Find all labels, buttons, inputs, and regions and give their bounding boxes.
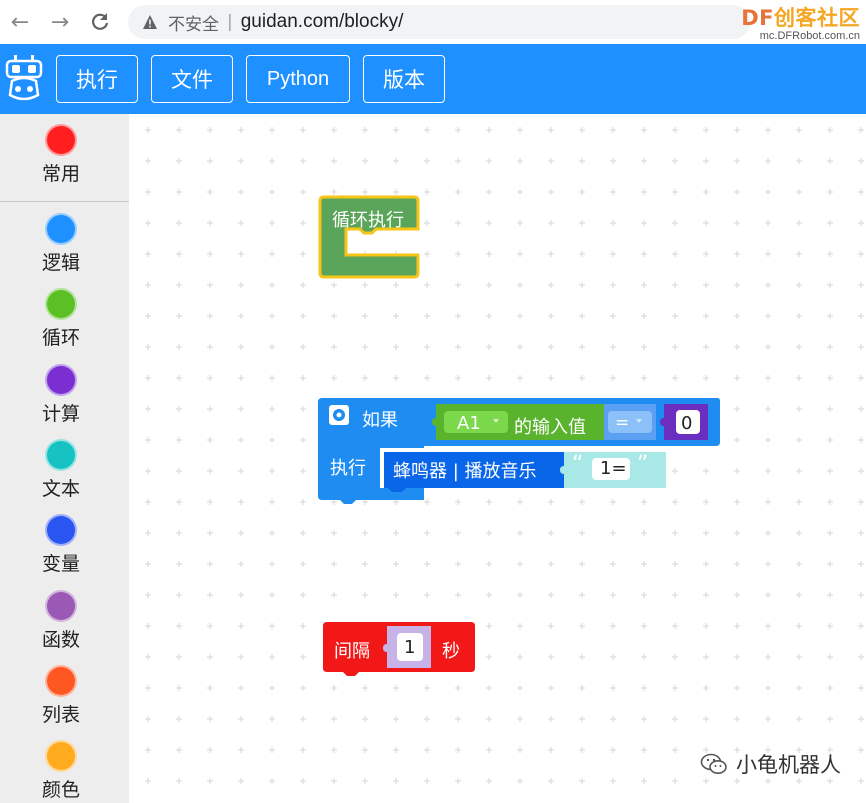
category-dot <box>45 740 77 772</box>
delay-prefix-label: 间隔 <box>334 641 370 662</box>
category-dot <box>45 364 77 396</box>
if-label: 如果 <box>362 410 398 431</box>
category-label: 逻辑 <box>41 252 80 274</box>
brand-name: 创客社区 <box>774 6 860 30</box>
category-dot <box>45 590 77 622</box>
forward-arrow-icon[interactable]: → <box>46 8 74 36</box>
quote-open: “ <box>572 452 584 477</box>
watermark-text: 小龟机器人 <box>736 753 841 777</box>
input-value-label: 的输入值 <box>514 417 586 438</box>
category-math[interactable]: 计算 <box>0 364 122 426</box>
category-dot <box>45 439 77 471</box>
brand-df: DF <box>741 6 774 30</box>
category-dot <box>45 124 77 156</box>
version-button[interactable]: 版本 <box>363 55 445 103</box>
category-dot <box>45 213 77 245</box>
sidebar-divider <box>0 201 129 202</box>
category-dot <box>45 665 77 697</box>
reload-icon[interactable] <box>86 8 114 36</box>
compare-value: 0 <box>681 413 693 434</box>
url-text[interactable]: guidan.com/blocky/ <box>241 11 404 33</box>
back-arrow-icon[interactable]: ← <box>6 8 34 36</box>
python-button[interactable]: Python <box>246 55 350 103</box>
buzzer-label: 蜂鸣器 | 播放音乐 <box>393 461 537 482</box>
category-label: 函数 <box>41 629 80 651</box>
app-header: 执行 文件 Python 版本 <box>0 44 866 114</box>
category-loop[interactable]: 循环 <box>0 288 122 350</box>
category-label: 列表 <box>41 704 80 726</box>
operator-value: = <box>615 413 630 433</box>
url-separator: | <box>227 12 233 32</box>
category-dot <box>45 514 77 546</box>
quote-close: ” <box>637 452 649 477</box>
category-text[interactable]: 文本 <box>0 439 122 501</box>
category-label: 常用 <box>41 163 80 185</box>
delay-value: 1 <box>404 637 416 658</box>
category-label: 颜色 <box>41 779 80 801</box>
wechat-watermark: 小龟机器人 <box>700 749 841 779</box>
category-colors[interactable]: 颜色 <box>0 740 122 802</box>
category-label: 循环 <box>41 327 80 349</box>
category-sidebar: 常用 逻辑 循环 计算 文本 变量 函数 列表 颜色 <box>0 114 129 803</box>
category-logic[interactable]: 逻辑 <box>0 213 122 275</box>
robot-logo-icon <box>5 55 43 101</box>
insecure-label: 不安全 <box>168 14 219 35</box>
delay-suffix-label: 秒 <box>442 641 460 662</box>
category-label: 变量 <box>41 553 80 575</box>
pin-value: A1 <box>457 413 481 434</box>
category-common[interactable]: 常用 <box>0 124 122 186</box>
run-button[interactable]: 执行 <box>56 55 138 103</box>
loop-block-label: 循环执行 <box>332 210 404 231</box>
file-button[interactable]: 文件 <box>151 55 233 103</box>
category-functions[interactable]: 函数 <box>0 590 122 652</box>
address-bar[interactable]: 不安全 | guidan.com/blocky/ <box>128 5 750 39</box>
wechat-icon <box>700 753 727 774</box>
category-dot <box>45 288 77 320</box>
category-label: 文本 <box>41 478 80 500</box>
dfrobot-logo: DF创客社区 mc.DFRobot.com.cn <box>741 2 860 42</box>
browser-toolbar: ← → 不安全 | guidan.com/blocky/ DF创客社区 mc.D… <box>0 0 866 44</box>
brand-subtitle: mc.DFRobot.com.cn <box>759 30 860 42</box>
category-label: 计算 <box>41 403 80 425</box>
music-value: 1= <box>600 458 627 479</box>
category-variables[interactable]: 变量 <box>0 514 122 576</box>
warning-icon <box>143 15 157 29</box>
category-lists[interactable]: 列表 <box>0 665 122 727</box>
do-label: 执行 <box>330 458 366 479</box>
